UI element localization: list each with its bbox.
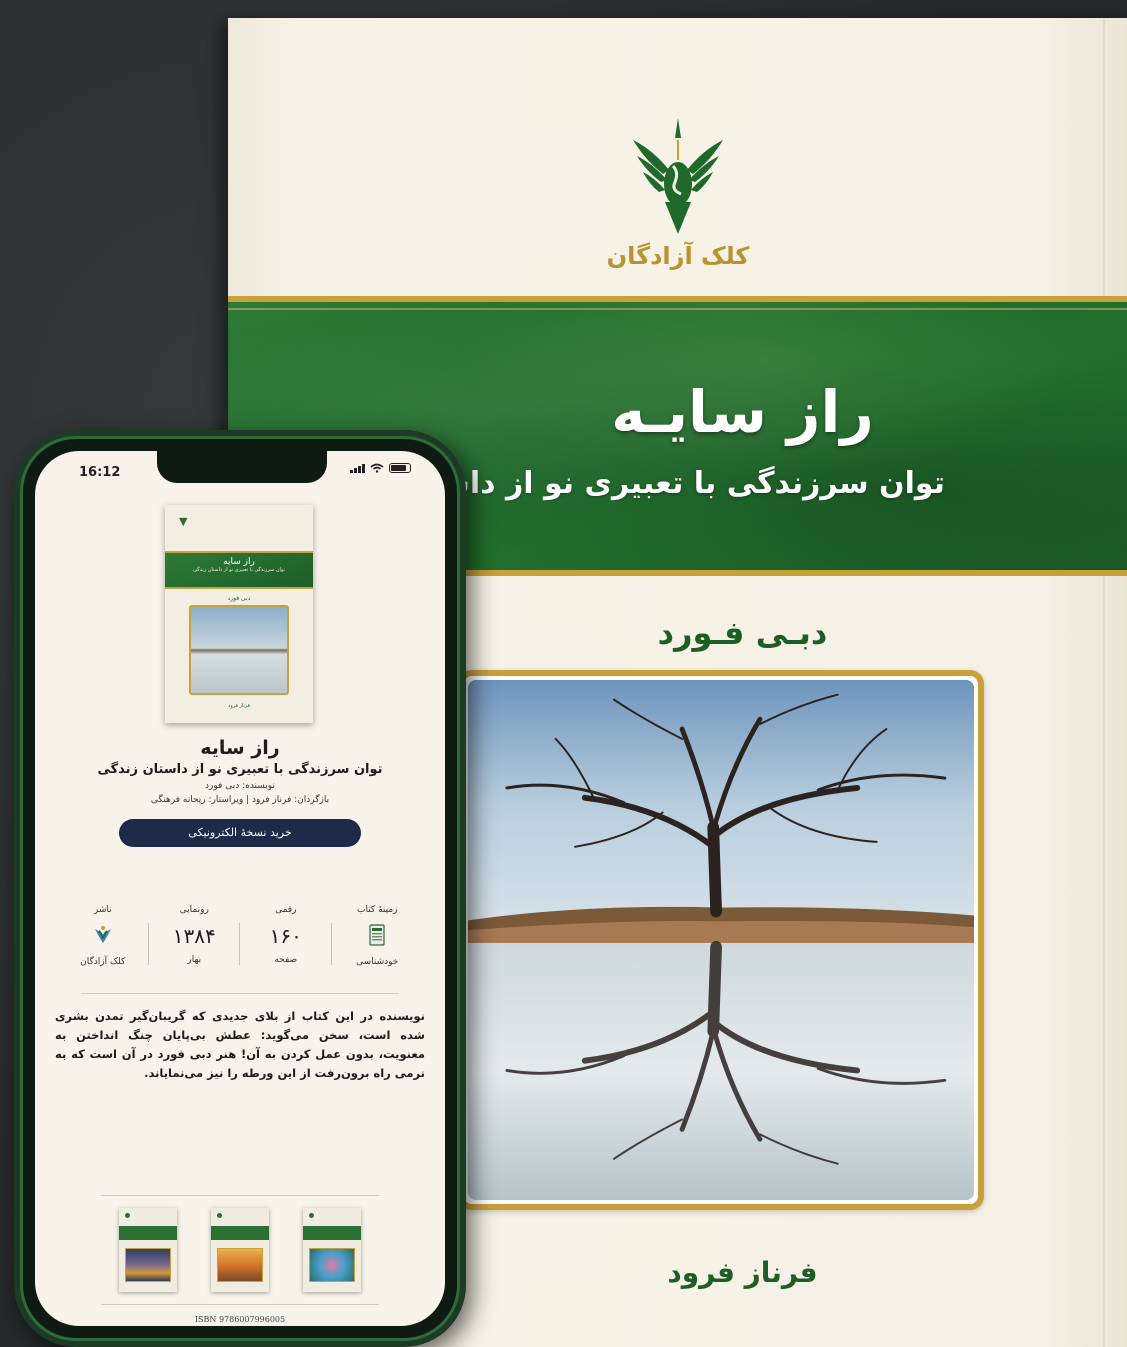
mini-logo-icon: ▼ [179,515,188,528]
stat-release: رونمایی ۱۳۸۴ بهار [147,905,241,985]
cover-subtitle: توان سرزندگی با تعبیری نو از داستان زندگ… [456,466,945,501]
tree-reflection-image [468,680,974,1200]
publisher-name: کلک آزادگان [606,242,750,270]
related-book-1[interactable] [119,1208,177,1292]
book-genre-icon [369,924,385,946]
battery-icon [389,463,411,473]
isbn: ISBN 9786007996005 [194,1315,286,1324]
spine-line [1103,18,1105,1347]
phone-mockup: 16:12 ▼ راز سایه توان سرزندگی با تعبیری … [14,430,466,1347]
book-description: نویسنده در این کتاب از بلای جدیدی که گری… [55,1009,425,1080]
book-credits-line: بازگردان: فرناز فرود | ویراستار: ریحانه … [150,795,330,805]
related-books [101,1195,379,1305]
eagle-logo-icon [633,118,723,234]
stats-divider [81,993,399,994]
cover-photo-frame [458,670,984,1210]
buy-ebook-button[interactable]: خرید نسخهٔ الکترونیکی [119,819,361,847]
book-author-line: نویسنده: دبی فورد [205,781,275,791]
publisher-logo: کلک آزادگان [583,110,773,300]
book-subtitle: توان سرزندگی با تعبیری نو از داستان زندگ… [97,762,383,777]
status-time: 16:12 [79,465,121,480]
publisher-logo-icon [94,926,111,943]
phone-notch [157,451,327,483]
stat-pages: رقمی ۱۶۰ صفحه [239,905,332,985]
book-info: راز سایه توان سرزندگی با تعبیری نو از دا… [49,737,431,847]
book-title: راز سایه [200,737,280,759]
signal-icon [350,463,365,473]
stat-genre: زمینهٔ کتاب خودشناسی [330,905,424,985]
mini-tree-photo [189,605,289,695]
phone-screen: 16:12 ▼ راز سایه توان سرزندگی با تعبیری … [35,451,445,1326]
related-book-3[interactable] [303,1208,361,1292]
wifi-icon [370,463,384,473]
stat-publisher: ناشر کلک آزادگان [80,905,126,967]
book-stats: ناشر کلک آزادگان رونمایی ۱۳۸۴ بهار رقمی … [57,905,423,985]
tree-photo [468,680,974,1200]
related-book-2[interactable] [211,1208,269,1292]
mini-subtitle: توان سرزندگی با تعبیری نو از داستان زندگ… [193,567,285,573]
mini-translator: فرناز فرود [228,703,250,709]
status-icons [350,463,411,473]
book-thumbnail[interactable]: ▼ راز سایه توان سرزندگی با تعبیری نو از … [165,505,313,723]
mini-author: دبی فورد [227,595,251,602]
mini-title: راز سایه [223,557,255,567]
